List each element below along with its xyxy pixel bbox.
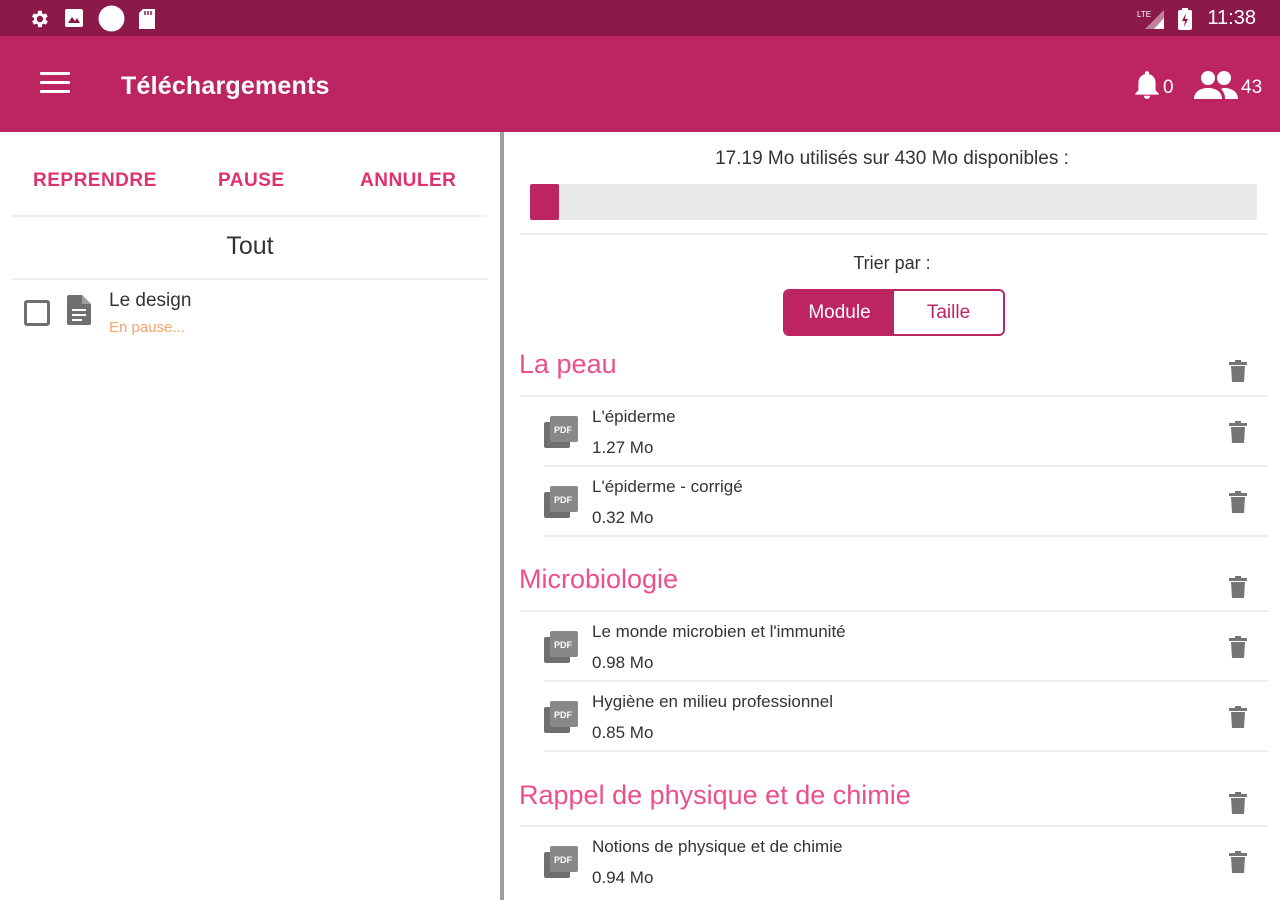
trash-icon bbox=[1229, 491, 1247, 517]
users-button[interactable]: 43 bbox=[1192, 70, 1262, 105]
delete-file-button[interactable] bbox=[1229, 421, 1247, 448]
trash-icon bbox=[1229, 851, 1247, 877]
file-row[interactable]: PDF L'épiderme 1.27 Mo bbox=[504, 396, 1280, 466]
pdf-icon: PDF bbox=[544, 846, 578, 883]
trash-icon bbox=[1229, 706, 1247, 732]
pdf-icon: PDF bbox=[544, 416, 578, 453]
delete-file-button[interactable] bbox=[1229, 636, 1247, 663]
module-title: La peau bbox=[519, 349, 617, 379]
file-row[interactable]: PDF Hygiène en milieu professionnel 0.85… bbox=[504, 681, 1280, 751]
svg-text:LTE: LTE bbox=[1137, 10, 1151, 19]
bell-icon bbox=[1134, 70, 1160, 105]
pause-button[interactable]: PAUSE bbox=[218, 170, 285, 192]
sort-label: Trier par : bbox=[853, 253, 931, 273]
file-size: 1.27 Mo bbox=[592, 438, 654, 457]
trash-icon bbox=[1229, 576, 1247, 602]
sort-by-module-button[interactable]: Module bbox=[785, 291, 894, 334]
pdf-icon: PDF bbox=[544, 631, 578, 668]
delete-file-button[interactable] bbox=[1229, 491, 1247, 518]
storage-usage-text: 17.19 Mo utilisés sur 430 Mo disponibles… bbox=[715, 148, 1069, 169]
svg-text:PDF: PDF bbox=[554, 855, 573, 865]
divider bbox=[520, 233, 1268, 235]
file-name: Le monde microbien et l'immunité bbox=[592, 622, 846, 641]
file-name: L'épiderme bbox=[592, 407, 676, 426]
svg-text:PDF: PDF bbox=[554, 710, 573, 720]
storage-progress-fill bbox=[530, 184, 560, 220]
file-name: Notions de physique et de chimie bbox=[592, 837, 843, 856]
pdf-icon: PDF bbox=[544, 701, 578, 738]
group-icon bbox=[1192, 70, 1238, 105]
divider bbox=[12, 215, 487, 217]
download-actions: REPRENDRE PAUSE ANNULER bbox=[0, 170, 500, 198]
divider bbox=[544, 750, 1268, 752]
notifications-button[interactable]: 0 bbox=[1134, 70, 1174, 105]
filter-all-tab[interactable]: Tout bbox=[0, 232, 500, 261]
trash-icon bbox=[1229, 636, 1247, 662]
users-count: 43 bbox=[1241, 76, 1263, 98]
divider bbox=[12, 278, 487, 280]
circle-icon bbox=[98, 5, 125, 32]
trash-icon bbox=[1229, 421, 1247, 447]
module-title: Microbiologie bbox=[519, 564, 679, 594]
download-name: Le design bbox=[109, 290, 192, 311]
trash-icon bbox=[1229, 360, 1247, 386]
delete-module-button[interactable] bbox=[1229, 360, 1247, 387]
delete-file-button[interactable] bbox=[1229, 706, 1247, 733]
resume-button[interactable]: REPRENDRE bbox=[33, 170, 157, 192]
sort-toggle: Module Taille bbox=[783, 289, 1005, 336]
downloaded-files-panel: 17.19 Mo utilisés sur 430 Mo disponibles… bbox=[504, 132, 1280, 900]
status-bar: LTE 11:38 bbox=[0, 0, 1280, 36]
download-item[interactable]: Le design En pause... bbox=[0, 282, 500, 342]
svg-text:PDF: PDF bbox=[554, 425, 573, 435]
signal-icon: LTE bbox=[1137, 8, 1165, 30]
file-size: 0.94 Mo bbox=[592, 868, 654, 887]
divider bbox=[544, 535, 1268, 537]
cancel-button[interactable]: ANNULER bbox=[360, 170, 456, 192]
storage-progress-bar bbox=[530, 184, 1257, 220]
download-checkbox[interactable] bbox=[24, 300, 50, 326]
sd-card-icon bbox=[137, 8, 157, 30]
svg-text:PDF: PDF bbox=[554, 640, 573, 650]
file-row[interactable]: PDF L'épiderme - corrigé 0.32 Mo bbox=[504, 466, 1280, 536]
settings-icon bbox=[28, 8, 50, 30]
svg-text:PDF: PDF bbox=[554, 495, 573, 505]
module-title: Rappel de physique et de chimie bbox=[519, 780, 911, 810]
file-row[interactable]: PDF Notions de physique et de chimie 0.9… bbox=[504, 826, 1280, 896]
downloads-panel: REPRENDRE PAUSE ANNULER Tout Le design E… bbox=[0, 132, 500, 900]
file-size: 0.98 Mo bbox=[592, 653, 654, 672]
battery-icon bbox=[1178, 8, 1192, 30]
delete-file-button[interactable] bbox=[1229, 851, 1247, 878]
file-name: Hygiène en milieu professionnel bbox=[592, 692, 833, 711]
menu-button[interactable] bbox=[40, 72, 70, 96]
file-size: 0.32 Mo bbox=[592, 508, 654, 527]
file-size: 0.85 Mo bbox=[592, 723, 654, 742]
app-bar: Téléchargements 0 43 bbox=[0, 36, 1280, 132]
pdf-icon: PDF bbox=[544, 486, 578, 523]
sort-by-size-button[interactable]: Taille bbox=[894, 291, 1003, 334]
delete-module-button[interactable] bbox=[1229, 576, 1247, 603]
download-status: En pause... bbox=[109, 319, 185, 336]
photo-icon bbox=[64, 8, 84, 28]
file-name: L'épiderme - corrigé bbox=[592, 477, 743, 496]
file-row[interactable]: PDF Le monde microbien et l'immunité 0.9… bbox=[504, 611, 1280, 681]
document-icon bbox=[67, 295, 91, 330]
notifications-count: 0 bbox=[1163, 76, 1174, 98]
clock: 11:38 bbox=[1207, 7, 1256, 29]
trash-icon bbox=[1229, 792, 1247, 818]
menu-icon bbox=[40, 72, 70, 75]
delete-module-button[interactable] bbox=[1229, 792, 1247, 819]
page-title: Téléchargements bbox=[121, 72, 330, 100]
